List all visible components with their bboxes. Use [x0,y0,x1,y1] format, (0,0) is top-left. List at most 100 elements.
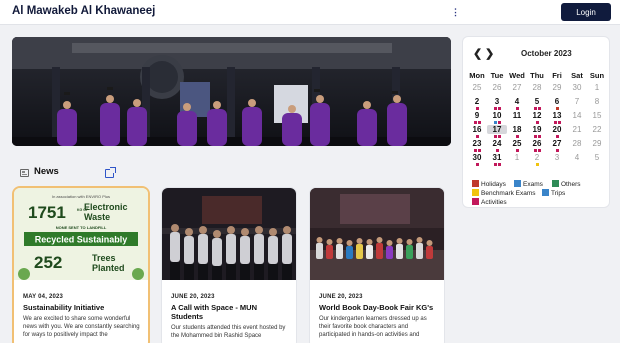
calendar-day[interactable]: 6 [547,97,567,106]
infographic-banner: Recycled Sustainably [35,235,128,245]
calendar-day[interactable]: 25 [467,83,487,92]
calendar-day[interactable]: 19 [527,125,547,134]
calendar-day[interactable]: 14 [567,111,587,120]
calendar-event-markers [527,163,547,166]
calendar-day[interactable]: 27 [547,139,567,148]
calendar-day[interactable]: 25 [507,139,527,148]
news-card[interactable]: In association with ENVIRO Plus 1751 KG … [14,188,148,343]
calendar-day[interactable]: 17 [487,125,507,134]
infographic-label-1a: Electronic [84,202,128,212]
calendar-day[interactable]: 29 [587,139,607,148]
calendar-event-markers [527,149,547,152]
calendar-day[interactable]: 5 [587,153,607,162]
news-card[interactable]: JUNE 20, 2023 A Call with Space - MUN St… [162,188,296,343]
news-section-title: News [34,166,59,177]
newspaper-icon [20,169,29,177]
legend-label: Holidays [481,181,506,188]
external-link-icon[interactable] [105,167,116,178]
calendar-event-markers [487,107,507,110]
calendar-day[interactable]: 16 [467,125,487,134]
calendar-day[interactable]: 20 [547,125,567,134]
legend-item: Activities [472,198,507,207]
calendar-event-markers [507,107,527,110]
calendar-event-markers [467,149,487,152]
calendar-day[interactable]: 3 [547,153,567,162]
calendar-day[interactable]: 7 [567,97,587,106]
calendar-day[interactable]: 3 [487,97,507,106]
calendar-day[interactable]: 8 [587,97,607,106]
legend-item: Holidays [472,180,506,189]
calendar-day[interactable]: 26 [527,139,547,148]
calendar-day[interactable]: 11 [507,111,527,120]
calendar-day[interactable]: 2 [467,97,487,106]
calendar-day[interactable]: 12 [527,111,547,120]
graduation-photo [12,37,451,146]
calendar-event-markers [507,135,527,138]
calendar-event-markers [467,163,487,166]
infographic-label-2a: Trees [92,253,116,263]
news-card-title[interactable]: World Book Day-Book Fair KG's [319,303,439,312]
infographic-label-1b: Waste [84,212,110,222]
infographic-number-2: 252 [34,253,62,272]
legend-item: Benchmark Exams [472,189,536,198]
chevron-right-icon[interactable]: ❯ [485,48,494,60]
infographic-label-2b: Planted [92,263,125,273]
calendar-day[interactable]: 28 [527,83,547,92]
calendar-day[interactable]: 22 [587,125,607,134]
calendar-day[interactable]: 1 [587,83,607,92]
legend-label: Exams [523,181,543,188]
calendar-day[interactable]: 4 [507,97,527,106]
calendar-event-markers [467,107,487,110]
calendar-event-markers [527,121,547,124]
top-navbar: Al Mawakeb Al Khawaneej ⋮ Login [0,0,620,25]
calendar-day[interactable]: 23 [467,139,487,148]
calendar-day[interactable]: 2 [527,153,547,162]
calendar-day[interactable]: 5 [527,97,547,106]
infographic-number-1: 1751 [28,203,66,222]
events-calendar: ❮ ❯ October 2023 Mon Tue Wed Thu Fri Sat Sun 25… [463,37,609,207]
calendar-day[interactable]: 28 [567,139,587,148]
calendar-day[interactable]: 13 [547,111,567,120]
calendar-weekday: Fri [552,71,562,80]
news-card-title[interactable]: A Call with Space - MUN Students [171,303,291,321]
news-card[interactable]: JUNE 20, 2023 World Book Day-Book Fair K… [310,188,444,343]
calendar-event-markers [547,149,567,152]
legend-swatch [514,180,521,187]
hero-banner-image [12,37,451,146]
calendar-day[interactable]: 31 [487,153,507,162]
news-card-image [162,188,296,280]
news-card-title[interactable]: Sustainability Initiative [23,303,143,312]
legend-swatch [552,180,559,187]
calendar-event-markers [527,107,547,110]
news-card-excerpt: We are excited to share some wonderful n… [23,316,140,338]
calendar-day[interactable]: 15 [587,111,607,120]
calendar-day[interactable]: 26 [487,83,507,92]
calendar-day[interactable]: 10 [487,111,507,120]
calendar-day[interactable]: 29 [547,83,567,92]
infographic-note: In association with ENVIRO Plus [52,194,110,199]
calendar-event-markers [507,149,527,152]
more-menu-icon[interactable]: ⋮ [451,7,460,17]
book-fair-photo [310,188,444,280]
calendar-day[interactable]: 27 [507,83,527,92]
space-call-photo [162,188,296,280]
news-card-date: MAY 04, 2023 [23,294,64,300]
calendar-day[interactable]: 9 [467,111,487,120]
sustainability-infographic: In association with ENVIRO Plus 1751 KG … [14,188,148,280]
calendar-day[interactable]: 1 [507,153,527,162]
calendar-day[interactable]: 30 [467,153,487,162]
chevron-left-icon[interactable]: ❮ [473,48,482,60]
calendar-day[interactable]: 30 [567,83,587,92]
calendar-event-markers [467,121,487,124]
calendar-weekday: Wed [509,71,525,80]
calendar-weekday: Mon [469,71,485,80]
calendar-day[interactable]: 4 [567,153,587,162]
calendar-event-markers [487,163,507,166]
calendar-weekday: Sun [589,71,605,80]
site-brand[interactable]: Al Mawakeb Al Khawaneej [12,5,155,17]
login-button[interactable]: Login [561,3,611,21]
calendar-day[interactable]: 18 [507,125,527,134]
calendar-day[interactable]: 24 [487,139,507,148]
calendar-day[interactable]: 21 [567,125,587,134]
calendar-event-markers [547,135,567,138]
